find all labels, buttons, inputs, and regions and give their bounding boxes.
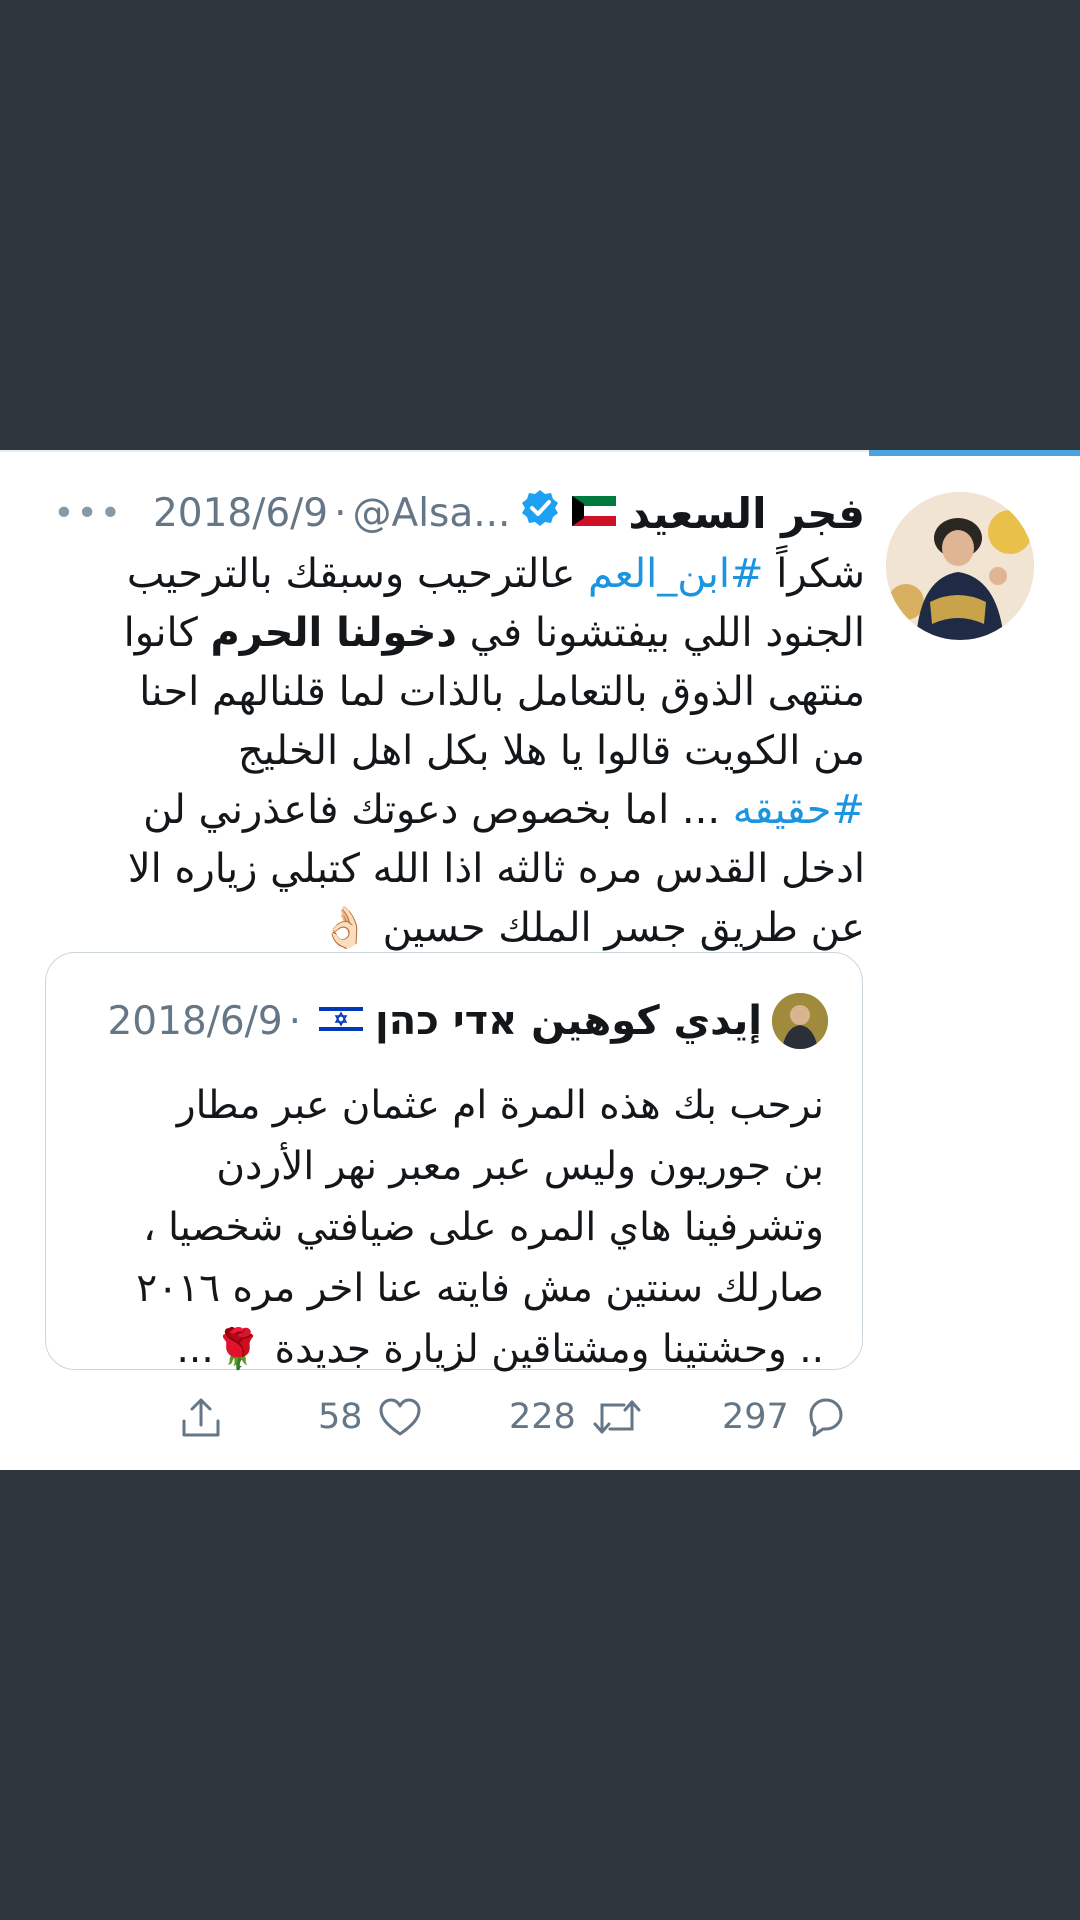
like-button[interactable]: 58: [318, 1395, 423, 1439]
tweet-line: شكراً #ابن_العم عالترحيب وسبقك بالترحيب: [45, 545, 865, 604]
quoted-author-avatar: [772, 993, 828, 1049]
tweet-actions: 297 228 58: [0, 1395, 1080, 1455]
kuwait-flag-icon: [572, 491, 617, 536]
quoted-tweet-text: نرحب بك هذه المرة ام عثمان عبر مطار بن ج…: [136, 1075, 824, 1380]
reply-button[interactable]: 297: [722, 1395, 847, 1439]
verified-badge-icon: [520, 488, 560, 538]
reply-icon: [803, 1395, 847, 1439]
retweet-count: 228: [509, 1397, 576, 1437]
quoted-line: نرحب بك هذه المرة ام عثمان عبر مطار: [176, 1083, 824, 1128]
israel-flag-icon: [319, 999, 364, 1044]
tweet-line: الجنود اللي بيفتشونا في دخولنا الحرم كان…: [45, 604, 865, 663]
retweet-button[interactable]: 228: [509, 1395, 644, 1439]
share-icon: [178, 1395, 224, 1441]
tweet-header: فجر السعيد @Alsa... · 2018/6/9 •••: [45, 485, 865, 541]
retweet-icon: [590, 1395, 644, 1439]
share-button[interactable]: [178, 1395, 224, 1441]
tweet-line: منتهى الذوق بالتعامل بالذات لما قلنالهم …: [139, 669, 865, 715]
tweet-date[interactable]: 2018/6/9: [153, 491, 328, 536]
tweet-line: ادخل القدس مره ثالثه اذا الله كتبلي زيار…: [127, 846, 865, 892]
quoted-author-name: إيدي كوهين אדי כהן: [375, 998, 762, 1044]
tweet: فجر السعيد @Alsa... · 2018/6/9 ••• شكراً…: [45, 485, 865, 958]
text: ... اما بخصوص دعوتك فاعذرني لن: [143, 787, 733, 833]
loading-progress-bar: [869, 450, 1080, 456]
hashtag-link[interactable]: #ابن_العم: [588, 551, 763, 597]
text: كانوا: [123, 610, 211, 656]
quoted-line: صارلك سنتين مش فايته عنا اخر مره ٢٠١٦: [136, 1266, 824, 1311]
reply-count: 297: [722, 1397, 789, 1437]
author-avatar[interactable]: [886, 492, 1034, 640]
quoted-tweet-date: 2018/6/9: [107, 998, 283, 1044]
hashtag-link[interactable]: #حقيقه: [733, 787, 865, 833]
tweet-line: من الكويت قالوا يا هلا بكل اهل الخليج: [237, 728, 865, 774]
tweet-text: شكراً #ابن_العم عالترحيب وسبقك بالترحيب …: [45, 545, 865, 958]
quoted-tweet-header: إيدي كوهين אדי כהן · 2018/6/9: [107, 993, 828, 1049]
separator-dot: ·: [288, 998, 302, 1044]
bold-text: دخولنا الحرم: [210, 610, 457, 656]
like-count: 58: [318, 1397, 363, 1437]
tweet-card: فجر السعيد @Alsa... · 2018/6/9 ••• شكراً…: [0, 450, 1080, 1470]
more-options-icon[interactable]: •••: [53, 493, 123, 534]
separator-dot: ·: [334, 490, 347, 536]
heart-icon: [377, 1395, 423, 1439]
tweet-line: #حقيقه ... اما بخصوص دعوتك فاعذرني لن: [45, 781, 865, 840]
quoted-tweet[interactable]: إيدي كوهين אדי כהן · 2018/6/9 نرحب بك هذ…: [45, 952, 863, 1372]
text: شكراً: [763, 551, 865, 597]
text: عالترحيب وسبقك بالترحيب: [126, 551, 589, 597]
text: الجنود اللي بيفتشونا في: [456, 610, 865, 656]
quoted-line: بن جوريون وليس عبر معبر نهر الأردن: [216, 1144, 824, 1189]
quoted-line: .. وحشتينا ومشتاقين لزيارة جديدة 🌹...: [176, 1327, 824, 1372]
quoted-line: وتشرفينا هاي المره على ضيافتي شخصيا ،: [143, 1205, 824, 1250]
author-name[interactable]: فجر السعيد: [628, 489, 865, 538]
author-handle[interactable]: @Alsa...: [353, 491, 511, 536]
tweet-line: عن طريق جسر الملك حسين 👌🏻: [320, 905, 865, 951]
